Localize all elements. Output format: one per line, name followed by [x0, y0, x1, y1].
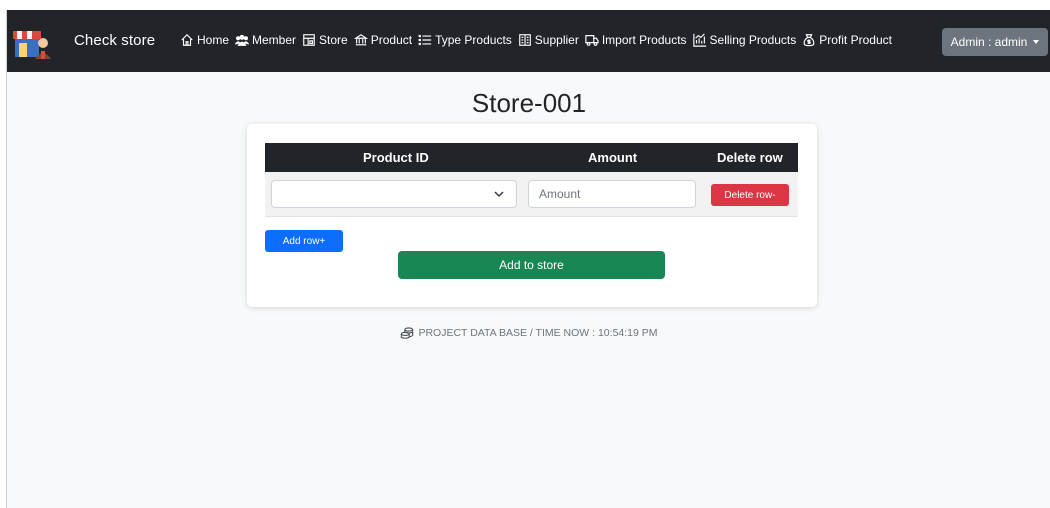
user-menu-label: Admin : admin: [950, 35, 1028, 49]
header-product-id: Product ID: [363, 150, 429, 165]
nav-profit-product-label: Profit Product: [819, 33, 892, 47]
store-form-card: Product ID Amount Delete row Delete row-…: [247, 124, 817, 307]
delete-row-button[interactable]: Delete row-: [711, 184, 789, 206]
amount-input[interactable]: [528, 180, 696, 208]
house-icon: [181, 33, 193, 46]
add-to-store-button[interactable]: Add to store: [398, 251, 665, 279]
product-id-select[interactable]: [271, 180, 517, 208]
nav-type-products[interactable]: Type Products: [418, 33, 512, 47]
nav-selling-products[interactable]: Selling Products: [692, 33, 797, 47]
coins-icon: [401, 327, 414, 339]
nav-type-products-label: Type Products: [435, 33, 512, 47]
nav-home-label: Home: [197, 33, 230, 47]
nav-profit-product[interactable]: Profit Product: [802, 33, 892, 47]
list-icon: [418, 34, 432, 46]
app-frame: Check store Home Member Store Product Ty…: [6, 10, 1050, 508]
nav-store[interactable]: Store: [302, 33, 348, 47]
people-icon: [235, 34, 250, 46]
store-logo-icon[interactable]: [13, 25, 53, 59]
chevron-down-icon: [494, 191, 504, 198]
nav-member-label: Member: [252, 33, 297, 47]
nav-supplier-label: Supplier: [534, 33, 579, 47]
footer-text: PROJECT DATA BASE / TIME NOW : 10:54:19 …: [418, 327, 658, 339]
nav-home[interactable]: Home: [180, 33, 229, 47]
main-nav: Home Member Store Product Type Products …: [180, 33, 892, 47]
money-bag-icon: [803, 34, 815, 47]
nav-selling-products-label: Selling Products: [709, 33, 797, 47]
chart-icon: [692, 33, 706, 47]
nav-product-label: Product: [370, 33, 413, 47]
caret-down-icon: [1033, 40, 1040, 44]
truck-icon: [585, 35, 599, 46]
nav-store-label: Store: [319, 33, 348, 47]
nav-import-products-label: Import Products: [601, 33, 687, 47]
add-row-button[interactable]: Add row+: [265, 230, 343, 252]
footer-status: PROJECT DATA BASE / TIME NOW : 10:54:19 …: [7, 326, 1050, 340]
building-icon: [518, 34, 531, 46]
shop-icon: [303, 34, 315, 46]
nav-member[interactable]: Member: [235, 33, 296, 47]
page-title: Store-001: [471, 88, 587, 118]
header-amount: Amount: [588, 150, 638, 165]
nav-import-products[interactable]: Import Products: [585, 33, 687, 47]
bank-icon: [353, 34, 368, 46]
nav-supplier[interactable]: Supplier: [518, 33, 579, 47]
brand-name[interactable]: Check store: [74, 32, 155, 49]
table-header: Product ID Amount Delete row: [265, 143, 798, 172]
user-menu-dropdown[interactable]: Admin : admin: [942, 28, 1048, 56]
nav-product[interactable]: Product: [353, 33, 413, 47]
top-navbar: Check store Home Member Store Product Ty…: [7, 10, 1050, 72]
header-delete-row: Delete row: [717, 150, 783, 165]
